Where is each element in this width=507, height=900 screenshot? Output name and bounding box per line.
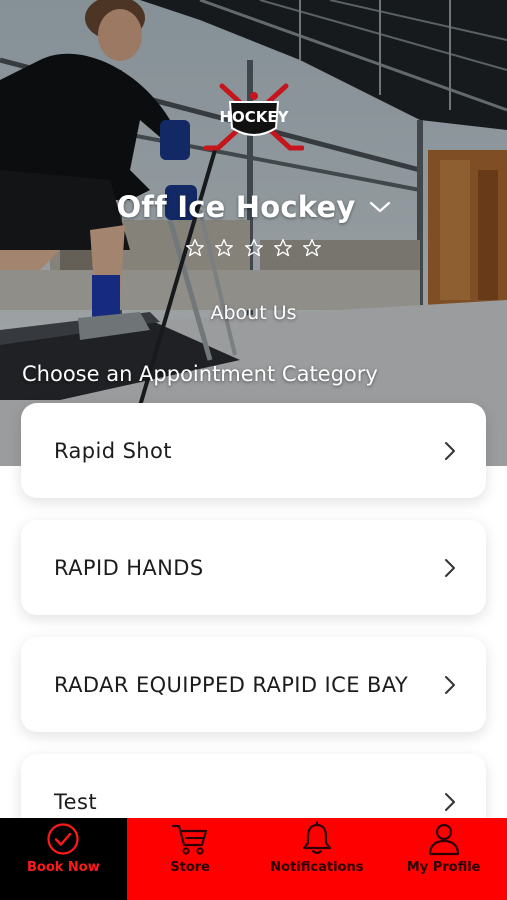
category-card-label: Rapid Shot [54, 438, 172, 463]
bottom-tab-bar: Book Now Store Notifications My Profile [0, 818, 507, 900]
chevron-down-icon [369, 201, 390, 213]
star-outline-icon [186, 239, 205, 257]
tab-book-now[interactable]: Book Now [0, 818, 127, 900]
category-card-label: RAPID HANDS [54, 555, 204, 580]
logo-wordmark: HOCKEY [219, 108, 289, 126]
tab-label: Book Now [26, 860, 100, 875]
hero-banner: HOCKEY Off Ice Hockey About Us Choose an… [0, 0, 507, 466]
tab-label: My Profile [406, 860, 481, 875]
star-outline-icon [273, 239, 292, 257]
tab-notifications[interactable]: Notifications [254, 818, 381, 900]
hero-dim-overlay [0, 0, 507, 466]
chevron-right-icon [445, 558, 455, 577]
star-outline-icon [244, 239, 263, 257]
star-outline-icon [302, 239, 321, 257]
check-circle-icon [47, 823, 79, 855]
business-logo: HOCKEY [204, 83, 304, 151]
star-outline-icon [215, 239, 234, 257]
app-screen: HOCKEY Off Ice Hockey About Us Choose an… [0, 0, 507, 900]
tab-store[interactable]: Store [127, 818, 254, 900]
tab-my-profile[interactable]: My Profile [380, 818, 507, 900]
chevron-right-icon [445, 792, 455, 811]
category-card-rapid-hands[interactable]: RAPID HANDS [21, 520, 486, 615]
about-us-link[interactable]: About Us [0, 302, 507, 324]
cart-icon [172, 824, 208, 855]
tab-label: Notifications [270, 860, 364, 875]
category-card-label: RADAR EQUIPPED RAPID ICE BAY [54, 672, 409, 697]
business-name-selector[interactable]: Off Ice Hockey [0, 190, 507, 224]
chevron-right-icon [445, 675, 455, 694]
category-card-radar-ice-bay[interactable]: RADAR EQUIPPED RAPID ICE BAY [21, 637, 486, 732]
category-card-label: Test [54, 789, 97, 814]
category-card-rapid-shot[interactable]: Rapid Shot [21, 403, 486, 498]
tab-label: Store [170, 860, 210, 875]
category-heading: Choose an Appointment Category [22, 362, 378, 386]
user-icon [428, 823, 459, 856]
business-name: Off Ice Hockey [116, 190, 356, 224]
bell-icon [302, 821, 331, 855]
rating-stars [0, 238, 507, 262]
chevron-right-icon [445, 441, 455, 460]
